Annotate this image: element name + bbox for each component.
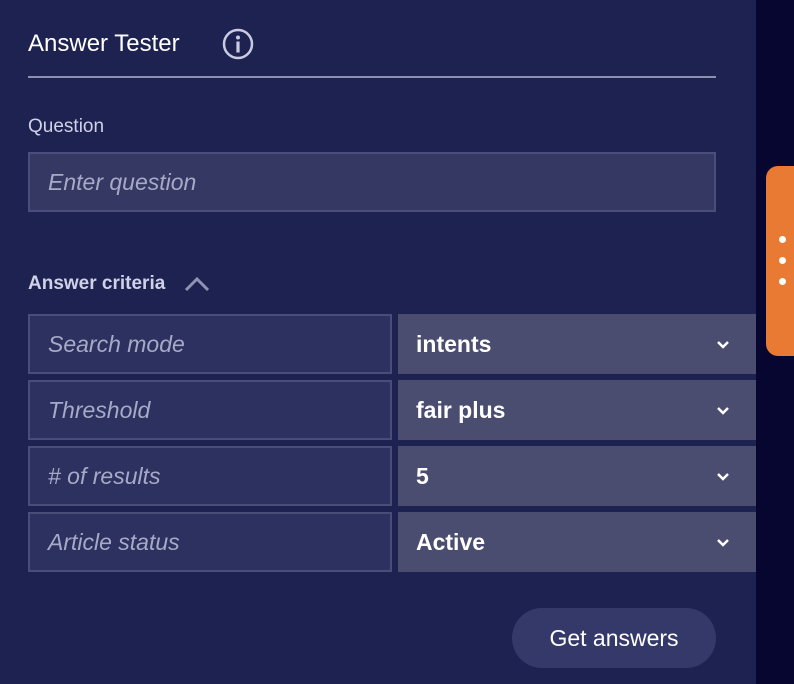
- chevron-down-icon: [717, 473, 729, 481]
- get-answers-button[interactable]: Get answers: [512, 608, 716, 668]
- select-value: Active: [416, 529, 486, 555]
- header: Answer Tester: [28, 28, 716, 78]
- criteria-row-results: # of results 5: [28, 446, 756, 506]
- results-count-select[interactable]: 5: [398, 446, 756, 506]
- criteria-row-threshold: Threshold fair plus: [28, 380, 756, 440]
- select-value: fair plus: [416, 397, 506, 423]
- page-title: Answer Tester: [28, 30, 180, 57]
- article-status-select[interactable]: Active: [398, 512, 756, 572]
- criteria-name: Article status: [28, 512, 392, 572]
- criteria-name: Search mode: [28, 314, 392, 374]
- criteria-name: # of results: [28, 446, 392, 506]
- chevron-down-icon: [717, 341, 729, 349]
- criteria-row-search-mode: Search mode intents: [28, 314, 756, 374]
- select-value: 5: [416, 463, 429, 489]
- chevron-down-icon: [717, 539, 729, 547]
- answer-criteria-label: Answer criteria: [28, 273, 166, 294]
- info-icon[interactable]: [222, 28, 254, 60]
- chevron-up-icon: [185, 276, 210, 292]
- answer-tester-panel: Answer Tester Question Answer criteria S…: [0, 0, 756, 684]
- search-mode-select[interactable]: intents: [398, 314, 756, 374]
- answer-criteria-toggle[interactable]: Answer criteria: [28, 270, 211, 298]
- side-tab-handle[interactable]: [766, 166, 794, 356]
- select-value: intents: [416, 331, 492, 357]
- chevron-down-icon: [717, 407, 729, 415]
- more-vertical-icon: [779, 278, 786, 285]
- more-vertical-icon: [779, 236, 786, 243]
- question-label: Question: [28, 116, 105, 137]
- threshold-select[interactable]: fair plus: [398, 380, 756, 440]
- question-input[interactable]: [28, 152, 716, 212]
- more-vertical-icon: [779, 257, 786, 264]
- criteria-name: Threshold: [28, 380, 392, 440]
- criteria-row-article-status: Article status Active: [28, 512, 756, 572]
